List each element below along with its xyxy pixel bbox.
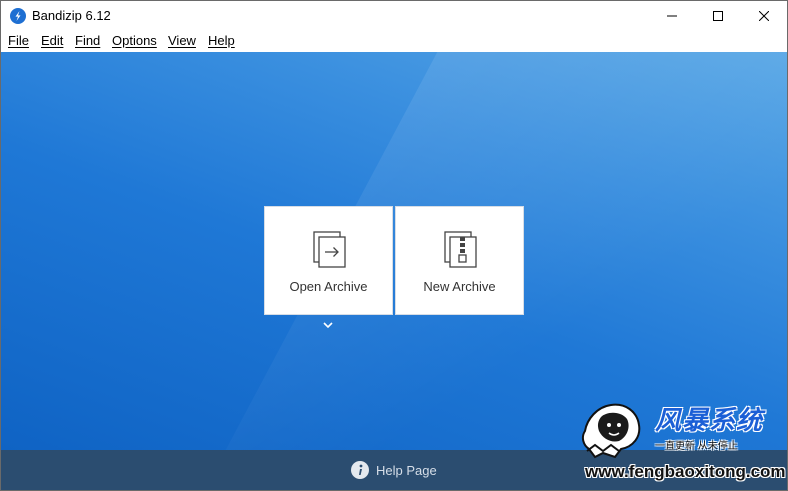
- new-archive-label: New Archive: [423, 279, 496, 294]
- open-archive-button[interactable]: Open Archive: [264, 206, 393, 315]
- new-archive-button[interactable]: New Archive: [395, 206, 524, 315]
- watermark-overlay: 风暴系统 一直更新 从未停止 www.fengbaoxitong.com: [579, 399, 787, 490]
- main-panel: Open Archive New Archive: [1, 52, 787, 450]
- title-bar[interactable]: Bandizip 6.12: [1, 1, 787, 31]
- menu-find[interactable]: Find: [75, 33, 100, 49]
- watermark-url: www.fengbaoxitong.com: [585, 462, 786, 481]
- close-button[interactable]: [741, 1, 787, 31]
- menu-edit[interactable]: Edit: [41, 33, 63, 49]
- menu-file[interactable]: File: [8, 33, 29, 49]
- help-page-link[interactable]: Help Page: [376, 463, 437, 479]
- info-icon: [351, 461, 369, 479]
- lion-logo-icon: [581, 403, 641, 459]
- minimize-icon: [667, 15, 677, 17]
- chevron-down-icon[interactable]: [321, 320, 335, 330]
- minimize-button[interactable]: [649, 1, 695, 31]
- menu-options[interactable]: Options: [112, 33, 157, 49]
- open-archive-icon: [313, 231, 346, 268]
- app-window: Bandizip 6.12 File Edit Find Options Vie…: [0, 0, 788, 491]
- menu-help[interactable]: Help: [208, 33, 235, 49]
- menu-view[interactable]: View: [168, 33, 196, 49]
- menu-bar: File Edit Find Options View Help: [1, 31, 787, 51]
- maximize-icon: [713, 11, 723, 21]
- watermark-title: 风暴系统: [655, 405, 764, 435]
- watermark-subtitle: 一直更新 从未停止: [655, 441, 738, 452]
- close-icon: [759, 11, 769, 21]
- new-archive-icon: [444, 231, 477, 268]
- maximize-button[interactable]: [695, 1, 741, 31]
- window-title: Bandizip 6.12: [32, 8, 111, 23]
- open-archive-label: Open Archive: [289, 279, 368, 294]
- bandizip-logo-icon[interactable]: [10, 8, 26, 24]
